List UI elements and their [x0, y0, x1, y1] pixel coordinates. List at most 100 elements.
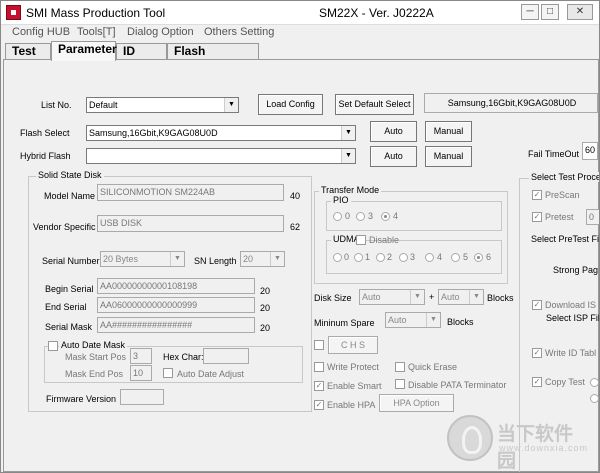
set-default-select-button[interactable]: Set Default Select: [335, 94, 414, 115]
vendor-specific-length: 62: [290, 222, 301, 232]
model-name-length: 40: [290, 191, 301, 201]
model-name-input[interactable]: SILICONMOTION SM224AB: [97, 184, 284, 201]
begin-serial-input[interactable]: AA00000000000108198: [97, 278, 255, 294]
hybrid-flash-label: Hybrid Flash: [20, 151, 71, 161]
pio-title: PIO: [331, 195, 351, 205]
write-id-table-checkbox[interactable]: ✓: [532, 348, 542, 358]
pio-group: [326, 201, 502, 231]
flash-select-value: Samsung,16Gbit,K9GAG08U0D: [89, 128, 218, 138]
menu-config-hub[interactable]: Config HUB: [12, 26, 70, 38]
write-protect-checkbox[interactable]: [314, 362, 324, 372]
flash-select-dropdown[interactable]: Samsung,16Gbit,K9GAG08U0D ▼: [86, 125, 356, 141]
pretest-checkbox[interactable]: ✓: [532, 212, 542, 222]
tab-flash-diagnosis[interactable]: Flash Diagnosis: [167, 43, 259, 73]
mask-end-input[interactable]: 10: [130, 365, 152, 381]
hex-char-input[interactable]: [203, 348, 249, 364]
hpa-option-button[interactable]: HPA Option: [379, 394, 454, 412]
copy-test-checkbox[interactable]: ✓: [532, 377, 542, 387]
auto-date-mask-label: Auto Date Mask: [59, 340, 128, 350]
pio-0-radio[interactable]: [333, 212, 342, 221]
app-window: SMI Mass Production Tool SM22X - Ver. J0…: [0, 0, 600, 473]
udma-4-radio[interactable]: [425, 253, 434, 262]
pio-3-radio[interactable]: [356, 212, 365, 221]
udma-0-radio[interactable]: [333, 253, 342, 262]
select-isp-file-label: Select ISP Fil: [546, 313, 600, 323]
disable-pata-checkbox[interactable]: [395, 379, 405, 389]
udma-3-radio[interactable]: [399, 253, 408, 262]
flash-auto-button[interactable]: Auto: [370, 121, 417, 142]
udma-2-radio[interactable]: [376, 253, 385, 262]
minimum-spare-select[interactable]: Auto ▼: [385, 312, 441, 328]
download-isp-checkbox[interactable]: ✓: [532, 300, 542, 310]
serial-mask-label: Serial Mask: [45, 322, 93, 332]
udma-6-label: 6: [486, 252, 492, 262]
flash-select-label: Flash Select: [20, 128, 70, 138]
disk-size-label: Disk Size: [314, 293, 352, 303]
enable-hpa-checkbox[interactable]: ✓: [314, 400, 324, 410]
list-no-value: Default: [89, 100, 118, 110]
firmware-version-input[interactable]: [120, 389, 164, 405]
maximize-icon[interactable]: □: [541, 4, 559, 20]
menu-others-setting[interactable]: Others Setting: [204, 26, 274, 38]
tab-parameter[interactable]: Parameter: [51, 41, 117, 61]
auto-date-adjust-label: Auto Date Adjust: [177, 369, 245, 379]
hybrid-flash-dropdown[interactable]: ▼: [86, 148, 356, 164]
fail-timeout-input[interactable]: 60: [582, 142, 598, 160]
mask-end-label: Mask End Pos: [65, 369, 124, 379]
udma-6-radio[interactable]: [474, 253, 483, 262]
auto-date-adjust-checkbox[interactable]: [163, 368, 173, 378]
udma-3-label: 3: [410, 252, 416, 262]
disk-size-select[interactable]: Auto ▼: [359, 289, 425, 305]
load-config-button[interactable]: Load Config: [258, 94, 323, 115]
model-name-label: Model Name: [44, 191, 96, 201]
watermark: 当下软件园 www.downxia.com: [447, 415, 587, 472]
copy-test-radio-2[interactable]: [590, 394, 599, 403]
flash-info-display: Samsung,16Gbit,K9GAG08U0D: [424, 93, 598, 113]
mask-start-input[interactable]: 3: [130, 348, 152, 364]
chevron-down-icon: ▼: [341, 126, 355, 140]
auto-date-mask-checkbox[interactable]: [48, 341, 58, 351]
minimize-icon[interactable]: ─: [521, 4, 539, 20]
window-title: SMI Mass Production Tool: [26, 6, 166, 20]
quick-erase-checkbox[interactable]: [395, 362, 405, 372]
list-no-select[interactable]: Default ▼: [86, 97, 239, 113]
chs-checkbox[interactable]: [314, 340, 324, 350]
udma-1-label: 1: [365, 252, 371, 262]
flash-manual-button[interactable]: Manual: [425, 121, 472, 142]
copy-test-radio-1[interactable]: [590, 378, 599, 387]
udma-disable-checkbox[interactable]: [356, 235, 366, 245]
chs-button[interactable]: C H S: [328, 336, 378, 354]
disk-size-extra-select[interactable]: Auto ▼: [438, 289, 484, 305]
hybrid-auto-button[interactable]: Auto: [370, 146, 417, 167]
vendor-specific-input[interactable]: USB DISK: [97, 215, 284, 232]
udma-5-radio[interactable]: [451, 253, 460, 262]
minimum-spare-blocks-label: Blocks: [447, 317, 474, 327]
menu-tools[interactable]: Tools[T]: [77, 26, 116, 38]
tab-test[interactable]: Test: [5, 43, 51, 60]
enable-smart-checkbox[interactable]: ✓: [314, 381, 324, 391]
watermark-logo-icon: [447, 415, 493, 461]
prescan-checkbox[interactable]: ✓: [532, 190, 542, 200]
udma-1-radio[interactable]: [354, 253, 363, 262]
close-icon[interactable]: ✕: [567, 4, 593, 20]
menu-bar: Config HUB Tools[T] Dialog Option Others…: [1, 25, 599, 41]
disk-size-value: Auto: [362, 292, 381, 302]
fail-timeout-label: Fail TimeOut: [528, 149, 580, 159]
enable-hpa-label: Enable HPA: [327, 400, 376, 410]
write-id-table-label: Write ID Tabl: [545, 348, 597, 358]
pretest-input[interactable]: 0: [586, 209, 599, 225]
serial-mask-input[interactable]: AA################: [97, 317, 255, 333]
tab-strip: Test Parameter ID Table Flash Diagnosis: [1, 41, 599, 73]
tab-id-table[interactable]: ID Table: [116, 43, 167, 73]
select-pretest-file-label: Select PreTest Fi: [531, 234, 600, 244]
serial-number-value: 20 Bytes: [103, 254, 139, 264]
pio-4-radio[interactable]: [381, 212, 390, 221]
title-bar: SMI Mass Production Tool SM22X - Ver. J0…: [1, 1, 599, 25]
hybrid-manual-button[interactable]: Manual: [425, 146, 472, 167]
menu-dialog-option[interactable]: Dialog Option: [127, 26, 194, 38]
chevron-down-icon: ▼: [469, 290, 483, 304]
disk-size-extra-value: Auto: [441, 292, 460, 302]
serial-number-select[interactable]: 20 Bytes ▼: [100, 251, 185, 267]
sn-length-select[interactable]: 20 ▼: [240, 251, 285, 267]
end-serial-input[interactable]: AA06000000000000999: [97, 297, 255, 313]
